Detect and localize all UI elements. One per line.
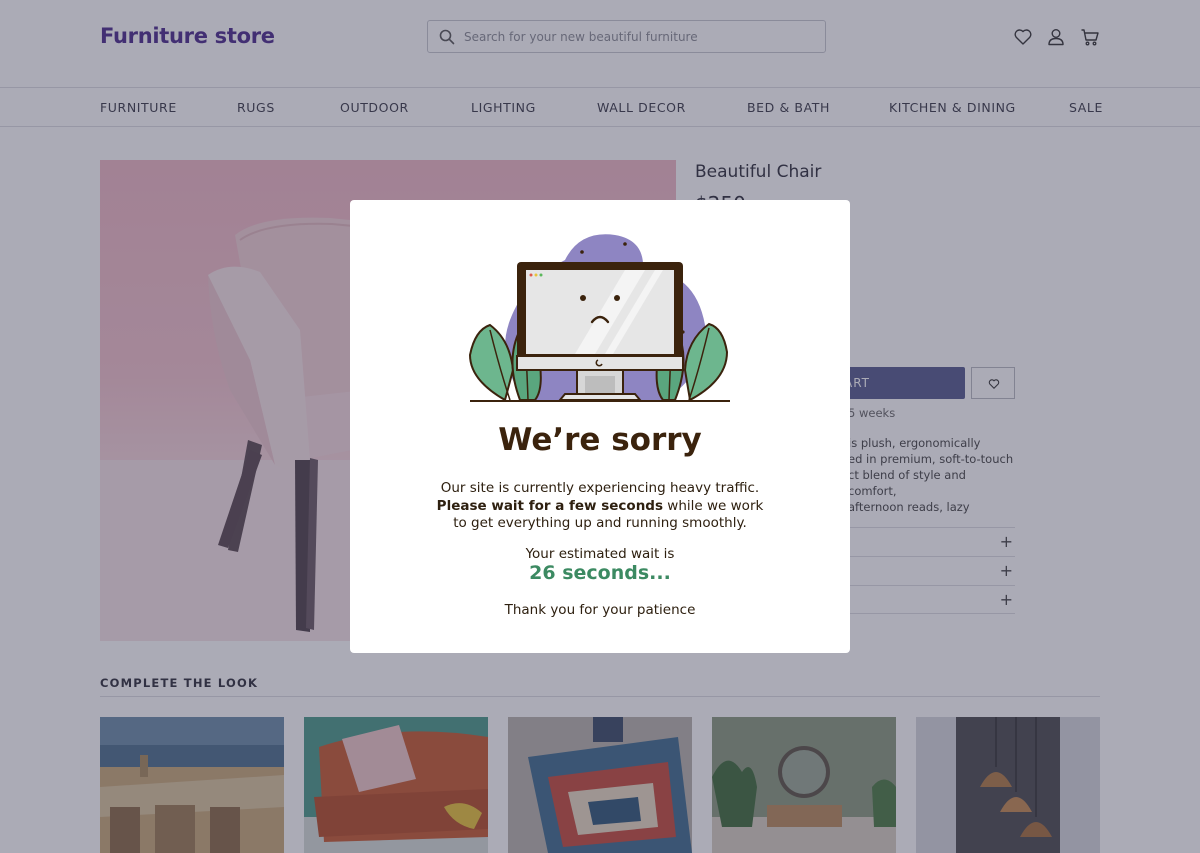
sad-computer-illustration (468, 234, 730, 402)
modal-heading: We’re sorry (498, 422, 702, 458)
heavy-traffic-modal: We’re sorry Our site is currently experi… (350, 200, 850, 653)
modal-message: Our site is currently experiencing heavy… (430, 480, 770, 533)
wait-label: Your estimated wait is (525, 546, 675, 562)
wait-time-value: 26 seconds... (529, 562, 671, 584)
message-text: Our site is currently experiencing heavy… (440, 480, 760, 496)
thanks-message: Thank you for your patience (504, 602, 696, 618)
message-emphasis: Please wait for a few seconds (436, 497, 664, 514)
